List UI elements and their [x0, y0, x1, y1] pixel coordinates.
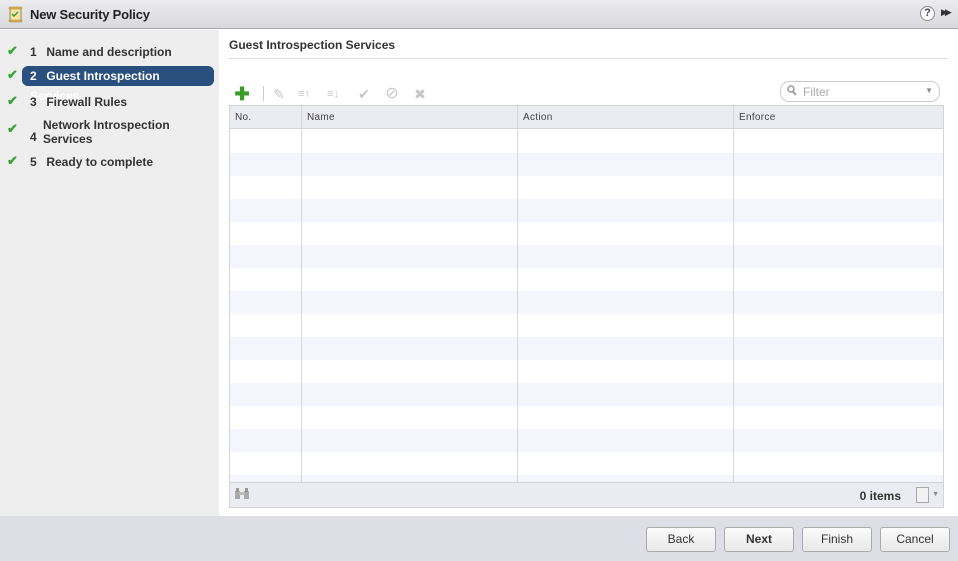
empty-grid-row [230, 130, 943, 153]
filter-dropdown-caret-icon[interactable]: ▼ [925, 86, 933, 95]
export-dropdown-caret-icon[interactable]: ▼ [932, 491, 939, 498]
wizard-step-pill: 4 Network Introspection Services [22, 118, 170, 148]
check-icon: ✔ [7, 93, 18, 108]
move-up-icon[interactable]: ≡↑ [295, 85, 313, 103]
empty-grid-row [230, 268, 943, 291]
empty-grid-row [230, 291, 943, 314]
empty-grid-row [230, 452, 943, 475]
empty-grid-row [230, 245, 943, 268]
column-divider [301, 130, 302, 506]
enable-icon[interactable]: ✔ [355, 85, 373, 103]
section-divider [229, 58, 947, 59]
section-title: Guest Introspection Services [229, 38, 396, 52]
wizard-step-pill-active: 2 Guest Introspection Services [22, 66, 214, 103]
finish-button[interactable]: Finish [802, 527, 872, 552]
disable-icon[interactable]: ⊘ [383, 85, 401, 103]
step-number: 1 [30, 45, 37, 59]
move-down-icon[interactable]: ≡↓ [324, 85, 342, 103]
empty-grid-row [230, 153, 943, 176]
check-icon: ✔ [7, 67, 18, 82]
wizard-step-pill: 1 Name and description [22, 42, 180, 62]
dialog-title: New Security Policy [30, 7, 150, 22]
column-header-enforce[interactable]: Enforce [734, 106, 943, 129]
wizard-step-network-introspection-services[interactable]: ✔ 4 Network Introspection Services [0, 118, 219, 148]
column-header-name[interactable]: Name [302, 106, 518, 129]
export-icon[interactable] [916, 487, 929, 503]
empty-grid-row [230, 176, 943, 199]
step-number: 3 [30, 95, 37, 109]
step-number: 4 [30, 130, 37, 144]
cancel-button[interactable]: Cancel [880, 527, 950, 552]
services-grid: No. Name Action Enforce 0 items ▼ [229, 105, 944, 508]
step-label: Firewall Rules [46, 95, 128, 109]
wizard-step-ready-to-complete[interactable]: ✔ 5 Ready to complete [0, 152, 219, 172]
check-icon: ✔ [7, 121, 18, 136]
empty-grid-row [230, 199, 943, 222]
back-button[interactable]: Back [646, 527, 716, 552]
empty-grid-row [230, 360, 943, 383]
edit-icon[interactable]: ✎ [270, 85, 288, 103]
column-header-action[interactable]: Action [518, 106, 734, 129]
toolbar-separator [263, 86, 264, 101]
next-button[interactable]: Next [724, 527, 794, 552]
empty-grid-row [230, 314, 943, 337]
wizard-step-firewall-rules[interactable]: ✔ 3 Firewall Rules [0, 92, 219, 112]
grid-body [230, 130, 943, 506]
column-divider [733, 130, 734, 506]
security-policy-icon [8, 6, 23, 23]
wizard-step-guest-introspection-services[interactable]: ✔ 2 Guest Introspection Services [0, 66, 219, 103]
empty-grid-row [230, 383, 943, 406]
empty-grid-row [230, 337, 943, 360]
check-icon: ✔ [7, 43, 18, 58]
step-label: Network Introspection Services [43, 118, 170, 146]
grid-header: No. Name Action Enforce [230, 106, 943, 129]
item-count: 0 items [859, 489, 901, 503]
expand-icon[interactable]: ▶▶ [941, 7, 952, 18]
help-button[interactable]: ? [920, 6, 935, 21]
wizard-step-pill: 5 Ready to complete [22, 152, 161, 172]
step-number: 2 [30, 69, 37, 83]
find-binoculars-icon[interactable] [234, 488, 250, 503]
main-content: Guest Introspection Services ✚ ✎ ≡↑ ≡↓ ✔… [219, 30, 958, 516]
check-icon: ✔ [7, 153, 18, 168]
step-label: Name and description [46, 45, 172, 59]
dialog-titlebar: New Security Policy ? ▶▶ [0, 0, 958, 29]
column-header-no[interactable]: No. [230, 106, 302, 129]
filter-box[interactable]: ▼ [780, 81, 940, 102]
add-icon[interactable]: ✚ [233, 85, 251, 103]
search-icon [787, 85, 797, 99]
wizard-step-pill: 3 Firewall Rules [22, 92, 135, 112]
dialog-footer: Back Next Finish Cancel [0, 516, 958, 561]
grid-footer: 0 items ▼ [230, 482, 943, 507]
step-number: 5 [30, 155, 37, 169]
column-divider [517, 130, 518, 506]
filter-input[interactable] [803, 84, 913, 99]
empty-grid-row [230, 222, 943, 245]
wizard-steps-sidebar: ✔ 1 Name and description ✔ 2 Guest Intro… [0, 30, 219, 516]
wizard-step-name-and-description[interactable]: ✔ 1 Name and description [0, 42, 219, 62]
step-label: Ready to complete [46, 155, 154, 169]
delete-icon[interactable]: ✖ [411, 85, 429, 103]
empty-grid-row [230, 429, 943, 452]
empty-grid-row [230, 406, 943, 429]
